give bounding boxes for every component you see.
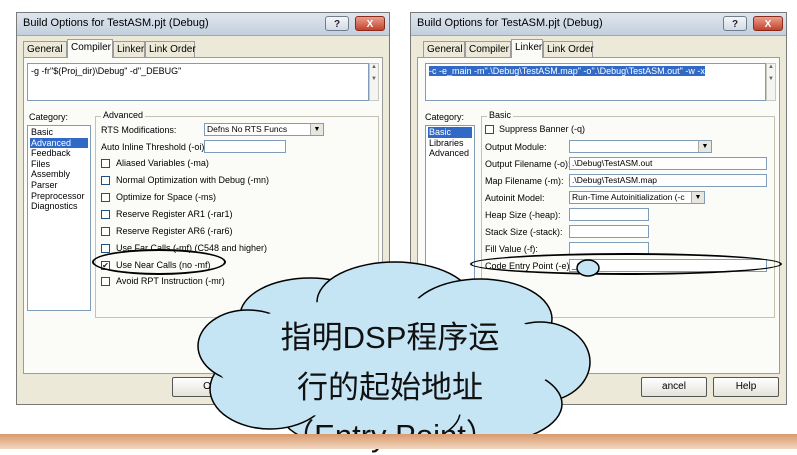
callout-line-2: 行的起始地址 (297, 370, 483, 405)
stack-size-label: Stack Size (-stack): (485, 227, 563, 237)
map-filename-input[interactable]: .\Debug\TestASM.map (569, 174, 767, 187)
category-item-advanced[interactable]: Advanced (30, 137, 88, 149)
output-filename-label: Output Filename (-o): (485, 159, 571, 169)
category-item-files[interactable]: Files (30, 159, 88, 170)
dialog-title: Build Options for TestASM.pjt (Debug) (23, 17, 209, 29)
category-label: Category: (425, 112, 465, 122)
help-title-button[interactable]: ? (325, 16, 349, 31)
option-checkbox[interactable] (101, 176, 110, 185)
map-filename-label: Map Filename (-m): (485, 176, 564, 186)
autoinit-value: Run-Time Autoinitialization (-c (572, 192, 685, 202)
heap-size-input[interactable] (569, 208, 649, 221)
tab-general[interactable]: General (23, 41, 67, 57)
option-checkbox[interactable] (101, 244, 110, 253)
option-checkbox[interactable] (101, 193, 110, 202)
suppress-banner-checkbox[interactable] (485, 125, 494, 134)
tab-link-order[interactable]: Link Order (145, 41, 196, 57)
slide-bottom-band (0, 434, 797, 449)
category-item-parser[interactable]: Parser (30, 180, 88, 191)
help-title-button[interactable]: ? (723, 16, 747, 31)
dialog-title: Build Options for TestASM.pjt (Debug) (417, 17, 603, 29)
rts-value: Defns No RTS Funcs (207, 124, 288, 134)
advanced-group-label: Advanced (101, 110, 146, 120)
category-item-assembly[interactable]: Assembly (30, 169, 88, 180)
heap-size-label: Heap Size (-heap): (485, 210, 561, 220)
help-button-label: Help (735, 381, 757, 392)
command-line-text: -c -e_main -m".\Debug\TestASM.map" -o".\… (429, 66, 705, 76)
tab-compiler[interactable]: Compiler (465, 41, 511, 57)
category-item-advanced[interactable]: Advanced (428, 148, 472, 159)
tab-compiler[interactable]: Compiler (67, 39, 113, 58)
callout-cloud: 指明DSP程序运 行的起始地址 （Entry Point） (180, 254, 600, 453)
title-bar[interactable]: Build Options for TestASM.pjt (Debug) ? … (411, 13, 786, 36)
option-label: Reserve Register AR1 (-rar1) (116, 209, 233, 219)
inline-threshold-label: Auto Inline Threshold (-oi): (101, 142, 207, 152)
fill-value-label: Fill Value (-f): (485, 244, 538, 254)
option-checkbox[interactable] (101, 227, 110, 236)
chevron-down-icon[interactable]: ▼ (691, 192, 704, 203)
tab-link-order[interactable]: Link Order (543, 41, 594, 57)
option-label: Optimize for Space (-ms) (116, 192, 217, 202)
chevron-down-icon[interactable]: ▼ (698, 141, 711, 152)
option-checkbox[interactable] (101, 277, 110, 286)
category-item-feedback[interactable]: Feedback (30, 148, 88, 159)
category-list[interactable]: Basic Advanced Feedback Files Assembly P… (27, 125, 91, 311)
category-label: Category: (29, 112, 69, 122)
rts-label: RTS Modifications: (101, 125, 177, 135)
command-line-box[interactable]: -g -fr"$(Proj_dir)\Debug" -d"_DEBUG" (27, 63, 369, 101)
tab-linker[interactable]: Linker (113, 41, 145, 57)
suppress-banner-label: Suppress Banner (-q) (499, 124, 586, 134)
inline-threshold-input[interactable] (204, 140, 286, 153)
option-label: Reserve Register AR6 (-rar6) (116, 226, 233, 236)
option-label: Normal Optimization with Debug (-mn) (116, 175, 270, 185)
command-scrollbar[interactable]: ▲ ▼ (766, 63, 776, 101)
callout-line-1: 指明DSP程序运 (280, 320, 500, 355)
command-line-box[interactable]: -c -e_main -m".\Debug\TestASM.map" -o".\… (425, 63, 766, 101)
category-item-libraries[interactable]: Libraries (428, 138, 472, 149)
cancel-button-label: ancel (662, 381, 686, 392)
option-checkbox[interactable] (101, 159, 110, 168)
category-item-diagnostics[interactable]: Diagnostics (30, 201, 88, 212)
close-button[interactable]: X (355, 16, 385, 31)
output-module-label: Output Module: (485, 142, 547, 152)
command-line-text: -g -fr"$(Proj_dir)\Debug" -d"_DEBUG" (31, 66, 182, 76)
autoinit-dropdown[interactable]: Run-Time Autoinitialization (-c ▼ (569, 191, 705, 204)
command-scrollbar[interactable]: ▲ ▼ (369, 63, 379, 101)
output-filename-input[interactable]: .\Debug\TestASM.out (569, 157, 767, 170)
basic-group-label: Basic (487, 110, 514, 120)
chevron-down-icon[interactable]: ▼ (310, 124, 323, 135)
close-button[interactable]: X (753, 16, 783, 31)
tab-general[interactable]: General (423, 41, 465, 57)
stack-size-input[interactable] (569, 225, 649, 238)
help-button[interactable]: Help (713, 377, 779, 397)
cancel-button[interactable]: ancel (641, 377, 707, 397)
category-item-basic[interactable]: Basic (30, 127, 88, 138)
title-bar[interactable]: Build Options for TestASM.pjt (Debug) ? … (17, 13, 389, 36)
output-module-dropdown[interactable]: ▼ (569, 140, 712, 153)
autoinit-label: Autoinit Model: (485, 193, 545, 203)
option-label: Aliased Variables (-ma) (116, 158, 209, 168)
rts-dropdown[interactable]: Defns No RTS Funcs ▼ (204, 123, 324, 136)
tab-linker[interactable]: Linker (511, 39, 543, 58)
category-item-basic[interactable]: Basic (428, 127, 472, 138)
option-checkbox[interactable] (101, 210, 110, 219)
category-item-preprocessor[interactable]: Preprocessor (30, 191, 88, 202)
